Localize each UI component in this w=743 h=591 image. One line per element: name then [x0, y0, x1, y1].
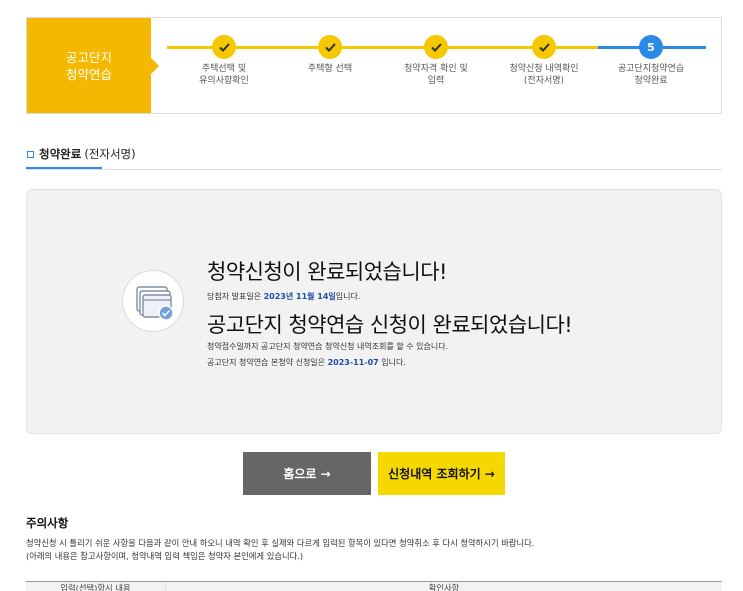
table-header-input: 입력(선택)항시 내용	[26, 582, 166, 591]
section-subtitle: (전자서명)	[84, 147, 136, 161]
announcement-date: 2023년 11월 14일	[263, 292, 336, 301]
home-button[interactable]: 홈으로 →	[243, 452, 371, 495]
application-date-line: 공고단지 청약연습 본청약 신청일은 2023-11-07 입니다.	[207, 357, 406, 368]
step-label: 공고단지청약연습 청약완료	[617, 64, 685, 86]
step-5: 5 공고단지청약연습 청약완료	[601, 35, 701, 87]
announcement-line: 당첨자 발표일은 2023년 11월 14일입니다.	[207, 291, 360, 302]
progress-stepper: 공고단지 청약연습 주택선택 및 유의사항확인 주택형 선택 청약자격 확인 및…	[26, 17, 722, 114]
stepper-title-text: 공고단지 청약연습	[65, 49, 112, 82]
check-icon	[318, 35, 342, 59]
completion-headline: 청약신청이 완료되었습니다!	[207, 260, 447, 284]
step-1: 주택선택 및 유의사항확인	[174, 35, 274, 87]
step-label: 청약신청 내역확인 (전자서명)	[509, 64, 579, 86]
view-application-button[interactable]: 신청내역 조회하기 →	[378, 452, 505, 495]
table-header-check: 확인사항	[428, 583, 460, 591]
check-icon	[212, 35, 236, 59]
step-label: 주택선택 및 유의사항확인	[199, 64, 249, 86]
inquiry-info-text: 청약접수일까지 공고단지 청약연습 청약신청 내역조회를 할 수 있습니다.	[207, 342, 449, 351]
notice-table-header: 입력(선택)항시 내용 확인사항	[26, 581, 722, 591]
divider	[26, 169, 722, 170]
step-label: 주택형 선택	[307, 64, 353, 74]
application-date: 2023-11-07	[327, 358, 379, 367]
step-4: 청약신청 내역확인 (전자서명)	[494, 35, 594, 87]
section-title-text: 청약완료	[39, 147, 82, 161]
square-bullet-icon	[27, 150, 34, 158]
check-icon	[532, 35, 556, 59]
announcement-prefix: 당첨자 발표일은	[207, 292, 264, 301]
step-number: 5	[639, 35, 663, 59]
step-label: 청약자격 확인 및 입력	[404, 64, 468, 86]
check-icon	[424, 35, 448, 59]
completion-panel: 청약신청이 완료되었습니다! 당첨자 발표일은 2023년 11월 14일입니다…	[26, 189, 722, 434]
stepper-title: 공고단지 청약연습	[27, 18, 159, 113]
step-2: 주택형 선택	[280, 35, 380, 75]
step-3: 청약자격 확인 및 입력	[386, 35, 486, 87]
section-title: 청약완료 (전자서명)	[27, 146, 136, 162]
notice-title: 주의사항	[26, 516, 69, 530]
announcement-suffix: 입니다.	[335, 292, 361, 301]
notice-text: 청약신청 시 틀리기 쉬운 사항을 다음과 같이 안내 하오니 내역 확인 후 …	[26, 538, 535, 548]
notice-disclaimer: (아래의 내용은 참고사항이며, 청약내역 입력 책임은 청약자 본인에게 있습…	[26, 551, 304, 561]
document-check-icon	[122, 270, 184, 332]
application-date-suffix: 입니다.	[378, 358, 406, 367]
application-date-prefix: 공고단지 청약연습 본청약 신청일은	[207, 358, 328, 367]
completion-headline-secondary: 공고단지 청약연습 신청이 완료되었습니다!	[207, 313, 573, 337]
